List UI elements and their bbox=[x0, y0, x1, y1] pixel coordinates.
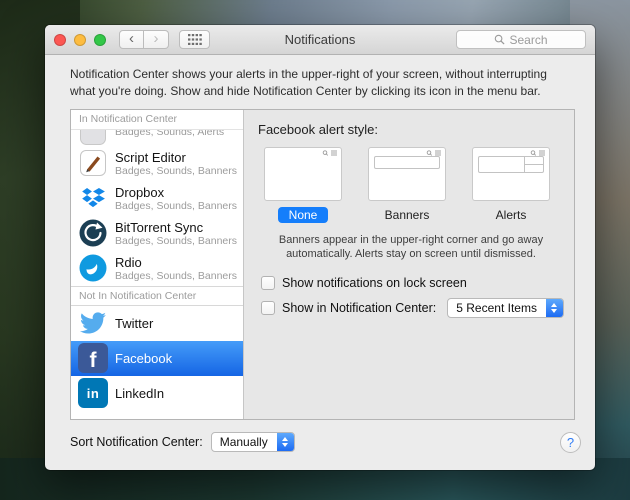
show-all-button[interactable] bbox=[179, 30, 210, 49]
rdio-icon bbox=[78, 253, 108, 283]
help-button[interactable]: ? bbox=[560, 431, 581, 453]
lock-screen-row: Show notifications on lock screen bbox=[261, 276, 564, 291]
window-titlebar: ‹ › Notifications Search bbox=[45, 25, 595, 55]
app-name: Twitter bbox=[115, 315, 154, 331]
alert-style-none-label: None bbox=[277, 206, 329, 223]
facebook-icon: f bbox=[78, 343, 108, 374]
search-input[interactable]: Search bbox=[456, 30, 586, 49]
app-name: Script Editor bbox=[115, 149, 186, 165]
sort-label: Sort Notification Center: bbox=[70, 435, 203, 450]
close-button[interactable] bbox=[54, 33, 66, 46]
generic-app-icon bbox=[78, 129, 108, 146]
recent-items-popup[interactable]: 5 Recent Items bbox=[447, 298, 564, 319]
show-in-center-label: Show in Notification Center: bbox=[282, 301, 437, 316]
search-placeholder: Search bbox=[509, 32, 548, 47]
list-item-linkedin[interactable]: in LinkedIn bbox=[71, 375, 243, 411]
alert-style-label: Facebook alert style: bbox=[258, 121, 378, 137]
app-alert-detail: Badges, Sounds, Banners bbox=[115, 269, 238, 282]
list-item-partial[interactable]: Badges, Sounds, Alerts bbox=[71, 129, 243, 146]
list-item-twitter[interactable]: Twitter bbox=[71, 305, 243, 341]
app-list: In Notification Center Badges, Sounds, A… bbox=[71, 109, 244, 419]
zoom-button[interactable] bbox=[94, 33, 106, 46]
forward-button[interactable]: › bbox=[144, 30, 169, 49]
sort-popup[interactable]: Manually bbox=[210, 432, 295, 453]
lock-screen-checkbox[interactable] bbox=[261, 276, 275, 291]
twitter-icon bbox=[78, 308, 108, 338]
script-editor-icon bbox=[78, 148, 108, 178]
back-button[interactable]: ‹ bbox=[119, 30, 144, 49]
preview-menubar-icons bbox=[322, 149, 337, 156]
popup-arrows-icon bbox=[276, 433, 294, 452]
alert-style-alerts[interactable]: Alerts bbox=[470, 146, 552, 223]
sort-value: Manually bbox=[219, 435, 268, 450]
alert-style-banners[interactable]: Banners bbox=[366, 146, 448, 223]
popup-arrows-icon bbox=[545, 299, 563, 318]
nav-buttons: ‹ › bbox=[119, 30, 169, 49]
alert-style-options: None Banners Alerts bbox=[262, 146, 564, 223]
list-item-script-editor[interactable]: Script Editor Badges, Sounds, Banners bbox=[71, 145, 243, 181]
bittorrent-sync-icon bbox=[78, 218, 108, 248]
list-item-partial-clip: Badges, Sounds, Alerts bbox=[71, 129, 243, 146]
preview-menubar-icons bbox=[530, 149, 545, 156]
alert-buttons-shape bbox=[524, 156, 543, 172]
list-item-dropbox[interactable]: Dropbox Badges, Sounds, Banners bbox=[71, 180, 243, 216]
window-footer: Sort Notification Center: Manually ? bbox=[70, 431, 581, 453]
app-name: BitTorrent Sync bbox=[115, 219, 204, 235]
alert-style-help-text: Banners appear in the upper-right corner… bbox=[278, 233, 544, 261]
app-alert-detail: Badges, Sounds, Banners bbox=[115, 164, 238, 177]
alert-style-banners-label: Banners bbox=[384, 207, 430, 222]
app-alert-detail: Badges, Sounds, Banners bbox=[115, 234, 238, 247]
banner-shape bbox=[374, 155, 440, 169]
alert-style-alerts-label: Alerts bbox=[495, 207, 527, 222]
lock-screen-label: Show notifications on lock screen bbox=[282, 276, 467, 291]
app-name: Facebook bbox=[115, 350, 173, 366]
search-icon bbox=[495, 34, 505, 45]
preview-menubar-icons bbox=[426, 149, 441, 156]
linkedin-icon: in bbox=[78, 378, 108, 409]
alert-style-none[interactable]: None bbox=[262, 146, 344, 223]
traffic-lights bbox=[54, 33, 106, 46]
alert-style-banners-preview bbox=[368, 146, 446, 201]
content-box: In Notification Center Badges, Sounds, A… bbox=[70, 108, 575, 420]
show-in-center-checkbox[interactable] bbox=[261, 301, 275, 316]
section-header-in-center: In Notification Center bbox=[71, 109, 243, 130]
show-in-center-row: Show in Notification Center: 5 Recent It… bbox=[261, 298, 564, 319]
desktop-wallpaper: ‹ › Notifications Search Notification Ce… bbox=[0, 0, 630, 500]
app-name: Dropbox bbox=[115, 184, 165, 200]
dropbox-icon bbox=[78, 183, 108, 213]
alert-style-none-preview bbox=[264, 146, 342, 201]
app-alert-detail: Badges, Sounds, Alerts bbox=[115, 129, 225, 139]
app-alert-detail: Badges, Sounds, Banners bbox=[115, 199, 238, 212]
app-name: Rdio bbox=[115, 254, 142, 270]
settings-panel: Facebook alert style: None Banners Alert… bbox=[244, 109, 574, 419]
alert-shape bbox=[478, 155, 544, 173]
list-item-bittorrent-sync[interactable]: BitTorrent Sync Badges, Sounds, Banners bbox=[71, 215, 243, 251]
intro-text: Notification Center shows your alerts in… bbox=[70, 67, 547, 98]
minimize-button[interactable] bbox=[74, 33, 86, 46]
section-header-not-in-center: Not In Notification Center bbox=[71, 285, 243, 306]
alert-style-alerts-preview bbox=[472, 146, 550, 201]
system-preferences-window: ‹ › Notifications Search Notification Ce… bbox=[45, 25, 595, 470]
list-item-facebook[interactable]: f Facebook bbox=[71, 340, 243, 376]
recent-items-value: 5 Recent Items bbox=[456, 301, 537, 316]
list-item-rdio[interactable]: Rdio Badges, Sounds, Banners bbox=[71, 250, 243, 286]
app-name: LinkedIn bbox=[115, 385, 165, 401]
grid-icon bbox=[187, 34, 202, 45]
